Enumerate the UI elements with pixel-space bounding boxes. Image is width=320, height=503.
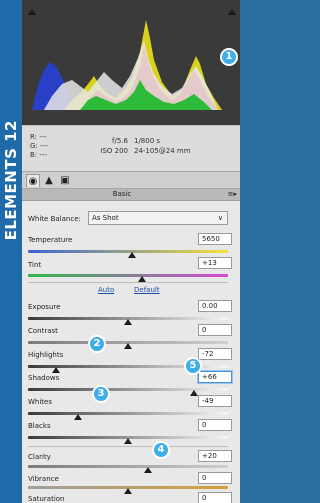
exposure-slider-thumb[interactable] <box>124 319 132 325</box>
temperature-label: Temperature <box>28 236 73 244</box>
shutter-value: 1/800 s <box>134 137 161 145</box>
panel-tabs: ◉ ▲ ▣ <box>22 171 240 189</box>
r-value: --- <box>39 133 47 141</box>
section-title: Basic <box>112 190 132 198</box>
default-link[interactable]: Default <box>134 286 160 294</box>
tab-detail-triangle-icon[interactable]: ▲ <box>42 174 56 187</box>
tab-camera-calibration-camera-icon[interactable]: ▣ <box>58 174 72 187</box>
contrast-slider-thumb[interactable] <box>124 343 132 349</box>
divider <box>28 282 228 283</box>
exposure-value[interactable]: 0.00 <box>198 300 232 312</box>
brand-strip: ELEMENTS 12 <box>0 0 22 503</box>
tab-basic-aperture-icon[interactable]: ◉ <box>26 174 40 187</box>
tone-links: Auto Default <box>22 286 240 296</box>
vibrance-value[interactable]: 0 <box>198 472 232 484</box>
whites-value[interactable]: -49 <box>198 395 232 407</box>
clarity-slider-track[interactable] <box>28 465 228 468</box>
blacks-slider-thumb[interactable] <box>124 438 132 444</box>
brand-label: ELEMENTS 12 <box>2 120 20 241</box>
callout-1: 1 <box>220 48 238 66</box>
camera-settings: f/5.6 1/800 s ISO 200 24-105@24 mm <box>86 136 191 156</box>
callout-4: 4 <box>152 441 170 459</box>
camera-raw-panel: R: --- G: --- B: --- f/5.6 1/800 s ISO 20… <box>22 0 240 503</box>
tint-value[interactable]: +13 <box>198 257 232 269</box>
shadows-label: Shadows <box>28 374 60 382</box>
callout-5: 5 <box>184 357 202 375</box>
aperture-value: f/5.6 <box>112 137 128 145</box>
contrast-value[interactable]: 0 <box>198 324 232 336</box>
saturation-value[interactable]: 0 <box>198 492 232 503</box>
rgb-readout: R: --- G: --- B: --- <box>30 133 48 160</box>
temperature-value[interactable]: 5650 <box>198 233 232 245</box>
image-info: R: --- G: --- B: --- f/5.6 1/800 s ISO 20… <box>22 125 240 171</box>
highlight-clipping-warning-icon[interactable] <box>228 9 236 15</box>
histogram <box>22 0 240 125</box>
section-header: Basic ≡▸ <box>22 189 240 201</box>
callout-2: 2 <box>88 335 106 353</box>
b-label: B: <box>30 151 38 159</box>
highlights-value[interactable]: -72 <box>198 348 232 360</box>
highlights-label: Highlights <box>28 351 64 359</box>
vibrance-label: Vibrance <box>28 475 59 483</box>
exposure-label: Exposure <box>28 303 61 311</box>
blacks-value[interactable]: 0 <box>198 419 232 431</box>
g-label: G: <box>30 142 38 150</box>
chevron-down-icon: ∨ <box>217 214 223 222</box>
panel-menu-icon[interactable]: ≡▸ <box>228 190 237 198</box>
saturation-label: Saturation <box>28 495 65 503</box>
divider <box>28 446 228 447</box>
white-balance-dropdown[interactable]: As Shot ∨ <box>88 211 228 225</box>
clarity-label: Clarity <box>28 453 51 461</box>
white-balance-label: White Balance: <box>28 215 81 223</box>
shadows-slider-thumb[interactable] <box>190 390 198 396</box>
clarity-slider-thumb[interactable] <box>144 467 152 473</box>
iso-value: ISO 200 <box>100 147 128 155</box>
shadows-value[interactable]: +66 <box>198 371 232 383</box>
tint-label: Tint <box>28 261 42 269</box>
g-value: --- <box>40 142 48 150</box>
temperature-slider-thumb[interactable] <box>128 252 136 258</box>
shadows-slider-track[interactable] <box>28 388 228 391</box>
contrast-label: Contrast <box>28 327 58 335</box>
lens-value: 24-105@24 mm <box>134 147 191 155</box>
white-balance-value: As Shot <box>92 214 119 222</box>
clarity-value[interactable]: +20 <box>198 450 232 462</box>
vibrance-slider-thumb[interactable] <box>124 488 132 494</box>
whites-slider-track[interactable] <box>28 412 228 415</box>
callout-3: 3 <box>92 385 110 403</box>
whites-slider-thumb[interactable] <box>74 414 82 420</box>
auto-link[interactable]: Auto <box>98 286 114 294</box>
whites-label: Whites <box>28 398 53 406</box>
blacks-label: Blacks <box>28 422 51 430</box>
histogram-graph <box>32 20 222 110</box>
shadow-clipping-warning-icon[interactable] <box>28 9 36 15</box>
tint-slider-track[interactable] <box>28 274 228 277</box>
highlights-slider-thumb[interactable] <box>52 367 60 373</box>
b-value: --- <box>39 151 47 159</box>
r-label: R: <box>30 133 38 141</box>
